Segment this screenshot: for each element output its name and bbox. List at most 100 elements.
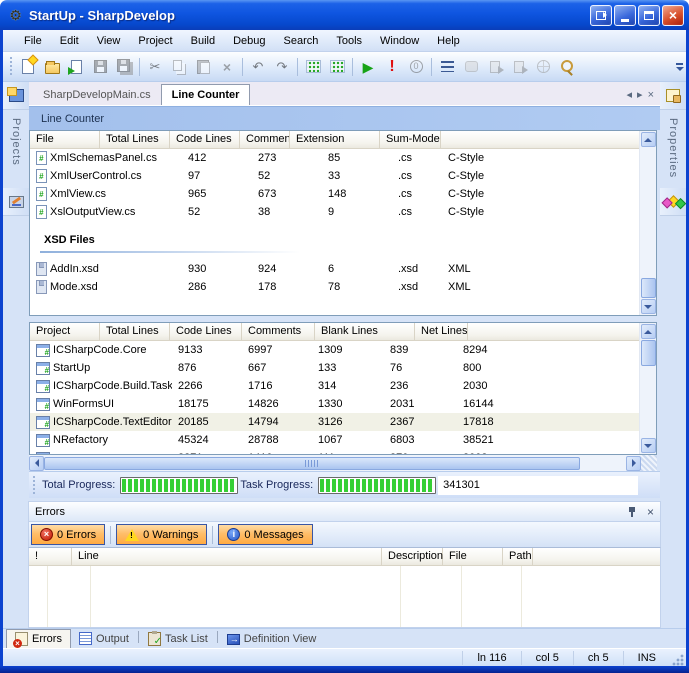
scroll-left-button[interactable] [29, 456, 44, 471]
tab-definition-view[interactable]: Definition View [219, 629, 325, 648]
column-header[interactable]: File [30, 131, 100, 148]
build-icon[interactable]: ! [380, 55, 404, 79]
strip-grip[interactable] [32, 476, 36, 494]
column-header[interactable]: Code Lines [170, 323, 242, 340]
document-tab[interactable]: Line Counter [161, 84, 251, 105]
errors-filter-button[interactable]: × 0 Errors [31, 524, 105, 545]
properties-tool-tab[interactable] [660, 82, 686, 110]
pin-icon[interactable] [627, 506, 637, 518]
column-header[interactable]: Description [382, 548, 443, 565]
tab-errors[interactable]: Errors [6, 629, 71, 648]
deploy-icon[interactable] [483, 55, 507, 79]
region-icon[interactable] [459, 55, 483, 79]
document-tab[interactable]: SharpDevelopMain.cs [33, 85, 161, 105]
scroll-down-button[interactable] [641, 438, 656, 453]
menu-item[interactable]: Help [428, 32, 469, 50]
stop-icon[interactable]: 0 [404, 55, 428, 79]
table-row[interactable]: AddIn.xsd 930 924 6 .xsd XML [30, 260, 639, 278]
menu-item[interactable]: Build [182, 32, 224, 50]
new-file-icon[interactable] [16, 55, 40, 79]
next-tab-button[interactable]: ▸ [637, 88, 643, 101]
scroll-up-button[interactable] [641, 324, 656, 339]
undo-icon[interactable]: ↶ [246, 55, 270, 79]
prev-tab-button[interactable]: ◂ [627, 88, 633, 101]
scroll-down-button[interactable] [641, 299, 656, 314]
table-row[interactable]: WinFormsUI 18175 14826 1330 2031 16144 [30, 395, 639, 413]
deploy-alt-icon[interactable] [507, 55, 531, 79]
table-row[interactable]: StartUp 876 667 133 76 800 [30, 359, 639, 377]
messages-filter-button[interactable]: i 0 Messages [218, 524, 312, 545]
save-icon[interactable] [88, 55, 112, 79]
column-header[interactable]: File [443, 548, 503, 565]
table-row[interactable]: ICSharpCode.TextEditor 20185 14794 3126 … [30, 413, 639, 431]
table-row[interactable]: ICSharpCode.Core 9133 6997 1309 839 8294 [30, 341, 639, 359]
errors-close-icon[interactable]: × [647, 506, 654, 518]
table-row[interactable]: ICSharpCode.Build.Tasks 2266 1716 314 23… [30, 377, 639, 395]
projects-tab-label[interactable]: Projects [10, 110, 22, 188]
column-header[interactable]: Net Lines [415, 323, 468, 340]
toolbar-grip[interactable] [8, 57, 13, 77]
copy-icon[interactable] [167, 55, 191, 79]
search-icon[interactable] [555, 55, 579, 79]
menu-item[interactable]: Debug [224, 32, 274, 50]
table-row[interactable]: NRefactory 45324 28788 1067 6803 38521 [30, 431, 639, 449]
column-header[interactable]: ! [29, 548, 72, 565]
web-icon[interactable] [531, 55, 555, 79]
menu-item[interactable]: View [88, 32, 130, 50]
redo-icon[interactable]: ↷ [270, 55, 294, 79]
table-row[interactable]: XmlView.cs 965 673 148 .cs C-Style [30, 185, 639, 203]
files-table-scrollbar[interactable] [639, 131, 656, 315]
menu-item[interactable]: Tools [327, 32, 371, 50]
column-header[interactable]: Code Lines [170, 131, 240, 148]
toolbox-tool-tab[interactable] [3, 188, 29, 216]
table-row[interactable]: XslOutputView.cs 52 38 9 .cs C-Style [30, 203, 639, 221]
horizontal-scrollbar[interactable] [29, 455, 657, 471]
menu-item[interactable]: Project [129, 32, 181, 50]
menu-item[interactable]: File [15, 32, 51, 50]
tab-output[interactable]: Output [71, 629, 137, 648]
cut-icon[interactable]: ✂ [143, 55, 167, 79]
projects-table-scrollbar[interactable] [639, 323, 656, 454]
table-row[interactable]: 3371 1410 111 370 3003 [30, 449, 639, 454]
column-header[interactable]: Total Lines [100, 323, 170, 340]
column-header[interactable]: Line [72, 548, 382, 565]
undock-button[interactable] [590, 5, 612, 26]
projects-tool-tab[interactable] [3, 82, 29, 110]
classes-tool-tab[interactable] [660, 188, 686, 216]
tab-task-list[interactable]: Task List [140, 629, 216, 648]
column-header[interactable]: Comments [240, 131, 290, 148]
minimize-button[interactable] [614, 5, 636, 26]
menu-item[interactable]: Search [275, 32, 328, 50]
save-all-icon[interactable] [112, 55, 136, 79]
close-tab-button[interactable]: × [648, 89, 654, 101]
column-header[interactable]: Project [30, 323, 100, 340]
table-row[interactable]: Mode.xsd 286 178 78 .xsd XML [30, 278, 639, 296]
maximize-button[interactable] [638, 5, 660, 26]
scrollbar-thumb[interactable] [641, 340, 656, 366]
scroll-up-button[interactable] [641, 132, 656, 147]
column-header[interactable]: Extension [290, 131, 380, 148]
column-header[interactable]: Total Lines [100, 131, 170, 148]
scroll-right-button[interactable] [626, 456, 641, 471]
column-header[interactable]: Blank Lines [315, 323, 415, 340]
scrollbar-thumb[interactable] [44, 457, 580, 470]
table-row[interactable]: XmlSchemasPanel.cs 412 273 85 .cs C-Styl… [30, 149, 639, 167]
delete-icon[interactable]: × [215, 55, 239, 79]
menu-item[interactable]: Edit [51, 32, 88, 50]
open-file-icon[interactable] [64, 55, 88, 79]
open-folder-icon[interactable] [40, 55, 64, 79]
scrollbar-thumb[interactable] [641, 278, 656, 298]
resize-grip[interactable] [672, 654, 684, 666]
list-icon[interactable] [435, 55, 459, 79]
close-button[interactable]: × [662, 5, 684, 26]
comment-region-icon[interactable] [301, 55, 325, 79]
menu-item[interactable]: Window [371, 32, 428, 50]
column-header[interactable]: Comments [242, 323, 315, 340]
column-header[interactable]: Sum-Mode [380, 131, 441, 148]
table-row[interactable]: XmlUserControl.cs 97 52 33 .cs C-Style [30, 167, 639, 185]
paste-icon[interactable] [191, 55, 215, 79]
properties-tab-label[interactable]: Properties [667, 110, 679, 188]
toolbar-overflow-button[interactable] [674, 55, 686, 79]
warnings-filter-button[interactable]: 0 Warnings [116, 524, 207, 545]
uncomment-region-icon[interactable] [325, 55, 349, 79]
